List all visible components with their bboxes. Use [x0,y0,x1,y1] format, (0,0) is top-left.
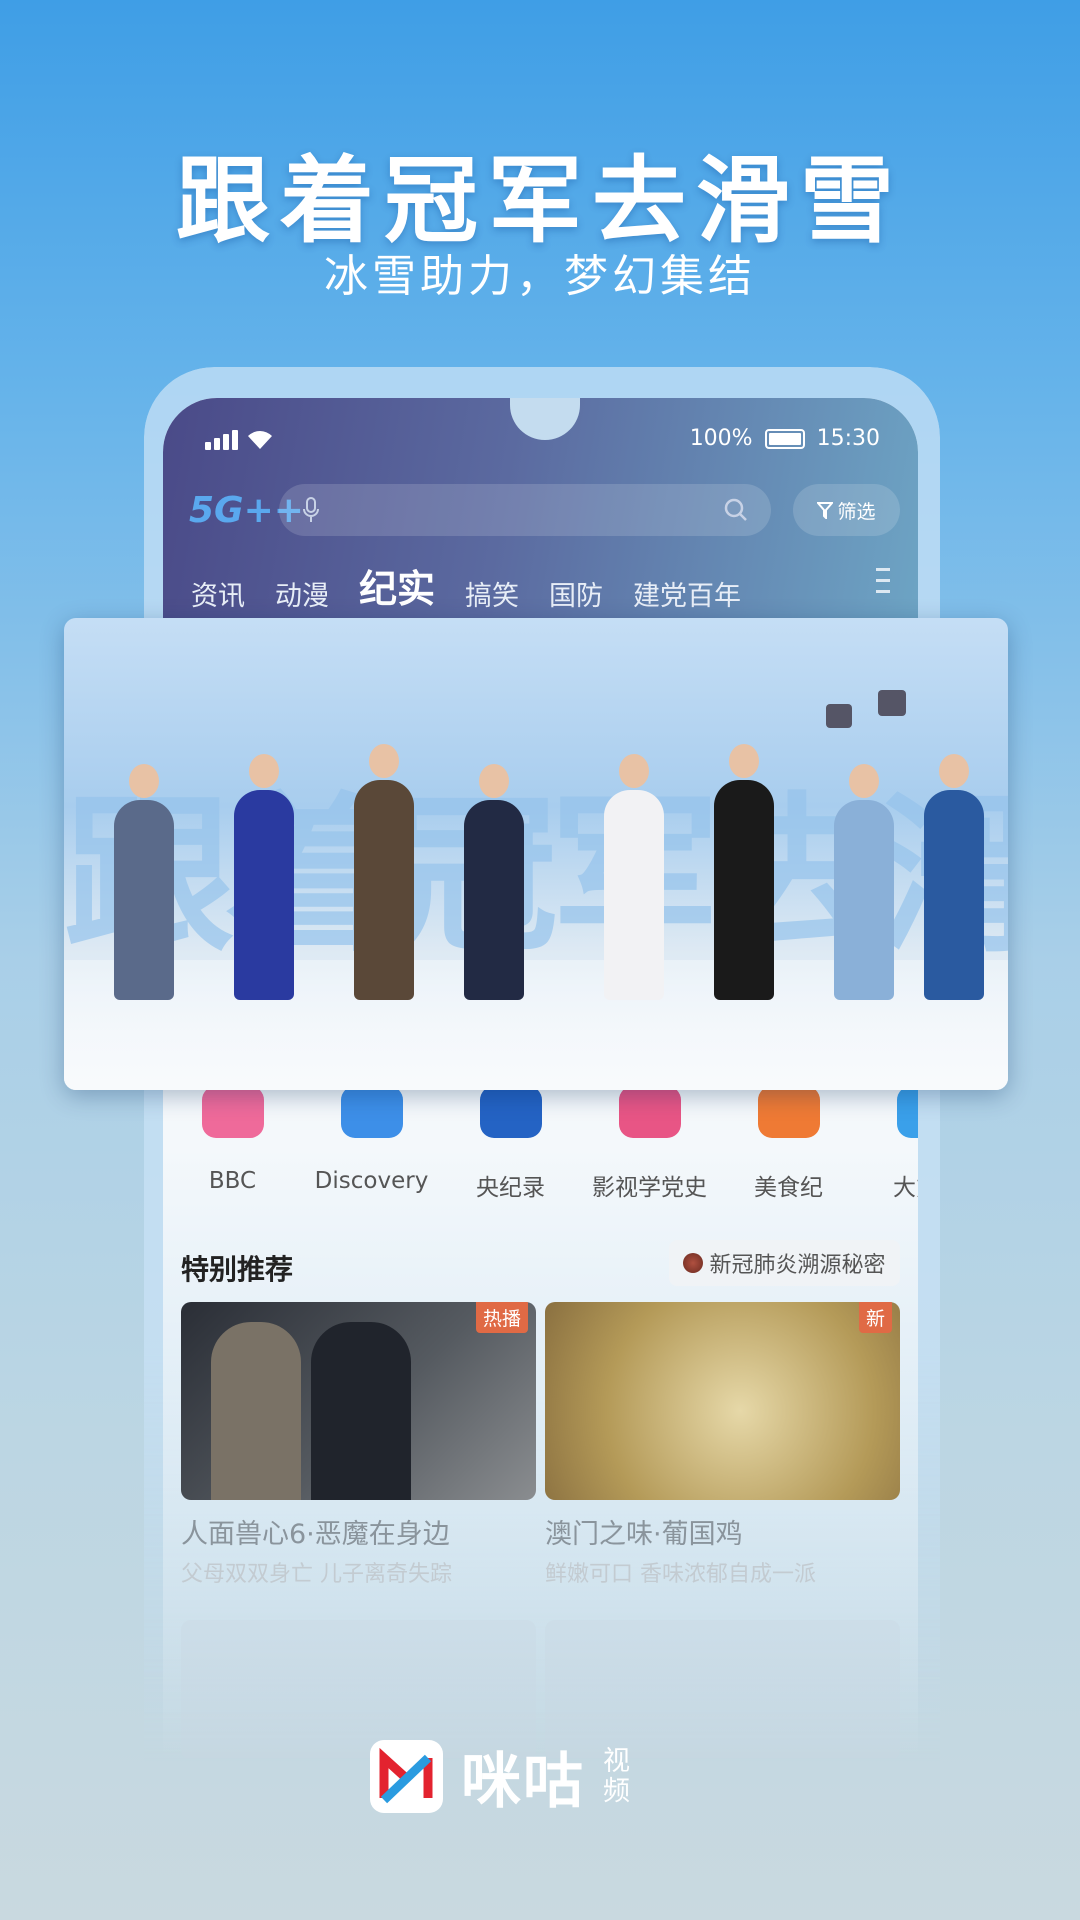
hot-badge: 热播 [475,1302,528,1333]
category-label: BBC [208,1168,257,1194]
battery-percent: 100% [689,426,753,451]
new-badge: 新 [858,1302,892,1333]
card-title[interactable]: 人面兽心6·恶魔在身边 [181,1512,450,1551]
card-subtitle: 鲜嫩可口 香味浓郁自成一派 [545,1562,816,1587]
tab-news[interactable]: 资讯 [191,574,245,613]
signal-wifi [205,428,274,450]
filter-label: 筛选 [837,500,876,523]
clock: 15:30 [816,426,880,451]
cable-car-icon [826,704,852,728]
filter-button[interactable]: 筛选 [793,484,900,536]
banner-person [234,754,294,1000]
topic-tag[interactable]: 新冠肺炎溯源秘密 [669,1240,900,1286]
category-label: 央纪录 [476,1175,545,1201]
category-label: Discovery [314,1168,429,1194]
banner-person [604,754,664,1000]
banner-person [714,744,774,1000]
search-input[interactable] [279,484,771,536]
category-icon [340,1086,403,1138]
cable-car-icon [878,690,906,716]
migu-logo-icon [370,1740,443,1813]
tab-comedy[interactable]: 搞笑 [465,574,519,613]
search-icon[interactable] [723,497,749,523]
category-icon [757,1086,820,1138]
category-icon [201,1086,264,1138]
brand-name: 咪咕 [461,1747,585,1817]
category-icons: BBC Discovery 央纪录 影视学党史 美食纪 大熊猫 [163,1086,918,1202]
category-tabs: 资讯 动漫 纪实 搞笑 国防 建党百年 [191,558,771,613]
tab-defense[interactable]: 国防 [549,574,603,613]
category-item[interactable]: 影视学党史 [580,1086,719,1202]
banner-person [114,764,174,1000]
video-card[interactable]: 热播 [181,1302,536,1500]
banner-person [924,754,984,1000]
banner-person [354,744,414,1000]
promo-subline: 冰雪助力，梦幻集结 [324,251,756,302]
microphone-icon[interactable] [301,496,321,524]
hero-banner[interactable]: 跟着冠军去滑雪 [64,618,1008,1090]
tab-party-centenary[interactable]: 建党百年 [633,574,741,613]
category-item[interactable]: Discovery [302,1086,441,1202]
tab-anime[interactable]: 动漫 [275,574,329,613]
category-label: 影视学党史 [592,1175,707,1201]
category-icon [479,1086,542,1138]
video-card[interactable]: 新 [545,1302,900,1500]
banner-person [834,764,894,1000]
topic-tag-label: 新冠肺炎溯源秘密 [709,1253,886,1278]
filter-icon [817,502,834,519]
thumbnail-person [311,1322,411,1500]
category-label: 美食纪 [754,1175,823,1201]
category-item[interactable]: 美食纪 [719,1086,858,1202]
category-label: 大熊猫 [893,1175,918,1201]
thumbnail-person [211,1322,301,1500]
signal-icon [205,430,238,450]
brand-sub: 视频 [603,1745,630,1807]
category-item[interactable]: 大熊猫 [858,1086,918,1202]
menu-icon[interactable] [876,568,890,601]
category-item[interactable]: 央纪录 [441,1086,580,1202]
tab-documentary[interactable]: 纪实 [359,558,435,613]
wifi-icon [248,431,272,449]
battery-icon [764,428,805,449]
virus-icon [683,1253,704,1273]
category-item[interactable]: BBC [163,1086,302,1202]
card-title[interactable]: 澳门之味·葡国鸡 [545,1512,743,1551]
section-title: 特别推荐 [181,1253,294,1286]
banner-person [464,764,524,1000]
card-subtitle: 父母双双身亡 儿子离奇失踪 [181,1562,452,1587]
category-icon [618,1086,681,1138]
brand-logo: 咪咕 视频 [370,1733,633,1820]
category-icon [896,1086,918,1138]
